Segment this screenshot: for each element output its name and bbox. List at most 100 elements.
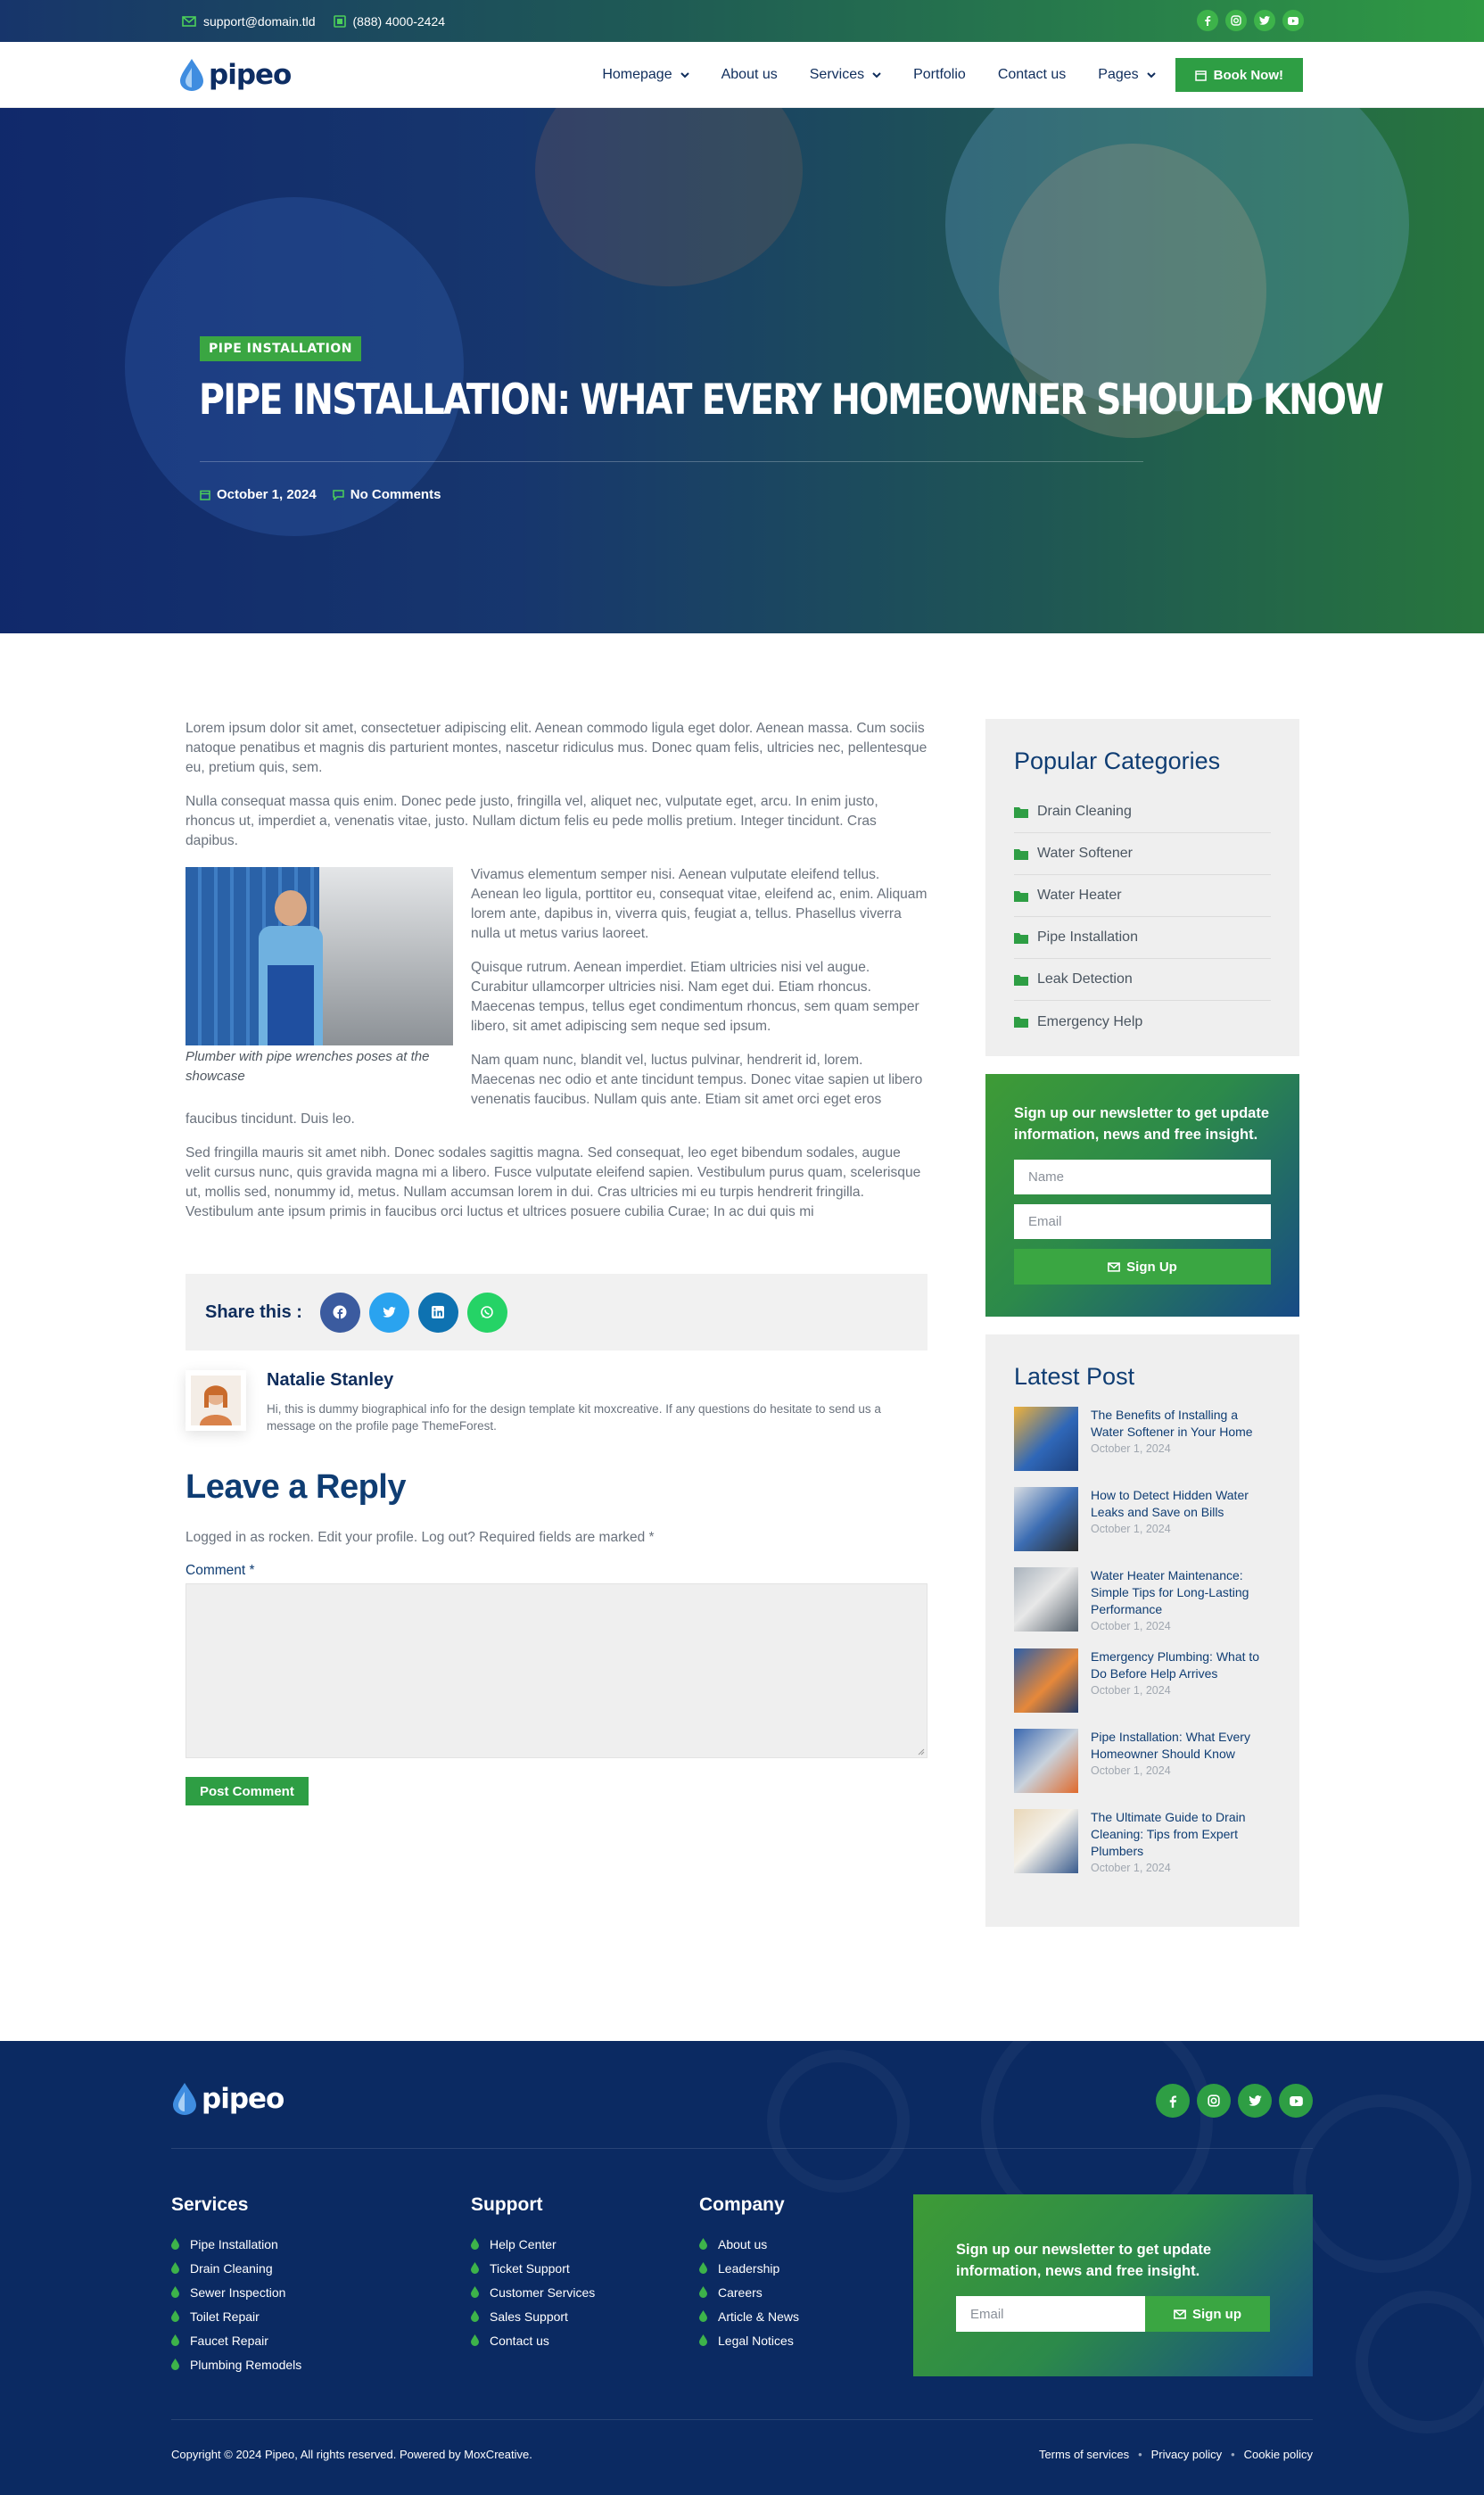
newsletter-signup-button[interactable]: Sign Up — [1014, 1249, 1271, 1285]
post-date[interactable]: October 1, 2024 — [200, 487, 317, 502]
footer-link[interactable]: Drain Cleaning — [171, 2256, 301, 2280]
post-title[interactable]: Emergency Plumbing: What to Do Before He… — [1091, 1648, 1271, 1682]
resize-handle-icon[interactable] — [916, 1747, 925, 1756]
post-title[interactable]: Water Heater Maintenance: Simple Tips fo… — [1091, 1567, 1271, 1618]
twitter-icon[interactable] — [1238, 2084, 1272, 2118]
latest-post-item[interactable]: Emergency Plumbing: What to Do Before He… — [1014, 1648, 1271, 1713]
nav-homepage-label: Homepage — [602, 67, 672, 82]
footer-link[interactable]: Sewer Inspection — [171, 2280, 301, 2304]
instagram-icon[interactable] — [1197, 2084, 1231, 2118]
cookie-link[interactable]: Cookie policy — [1244, 2448, 1313, 2461]
category-item[interactable]: Leak Detection — [1014, 959, 1271, 1001]
nav-pages-label: Pages — [1098, 67, 1139, 82]
footer-link-label: Drain Cleaning — [190, 2260, 273, 2276]
footer-link[interactable]: Legal Notices — [699, 2328, 799, 2352]
footer-link[interactable]: Faucet Repair — [171, 2328, 301, 2352]
footer-logo[interactable]: pipeo — [171, 2082, 284, 2116]
footer-link[interactable]: Leadership — [699, 2256, 799, 2280]
mail-icon — [1108, 1261, 1121, 1272]
book-now-button[interactable]: Book Now! — [1175, 58, 1303, 92]
latest-title: Latest Post — [1014, 1363, 1135, 1390]
footer-link[interactable]: Contact us — [471, 2328, 595, 2352]
mail-icon — [1174, 2309, 1186, 2319]
nav-portfolio[interactable]: Portfolio — [913, 67, 966, 83]
twitter-icon[interactable] — [1254, 10, 1275, 31]
footer-signup-button[interactable]: Sign up — [1145, 2296, 1270, 2332]
post-thumbnail[interactable] — [1014, 1487, 1078, 1551]
top-email-link[interactable]: support@domain.tld — [182, 14, 316, 29]
nav-homepage[interactable]: Homepage — [602, 67, 689, 83]
post-info: The Ultimate Guide to Drain Cleaning: Ti… — [1091, 1809, 1271, 1874]
footer-link[interactable]: Pipe Installation — [171, 2232, 301, 2256]
footer-link[interactable]: Sales Support — [471, 2304, 595, 2328]
water-drop-icon — [699, 2262, 707, 2274]
share-linkedin-button[interactable] — [417, 1292, 458, 1333]
nav-pages[interactable]: Pages — [1098, 67, 1156, 83]
privacy-link[interactable]: Privacy policy — [1151, 2448, 1222, 2461]
post-title[interactable]: The Benefits of Installing a Water Softe… — [1091, 1407, 1271, 1441]
author-name[interactable]: Natalie Stanley — [267, 1370, 393, 1391]
post-thumbnail[interactable] — [1014, 1809, 1078, 1873]
facebook-icon[interactable] — [1156, 2084, 1190, 2118]
footer-link[interactable]: Careers — [699, 2280, 799, 2304]
footer-link[interactable]: Customer Services — [471, 2280, 595, 2304]
share-twitter-button[interactable] — [368, 1292, 409, 1333]
category-item[interactable]: Emergency Help — [1014, 1001, 1271, 1043]
nav-services[interactable]: Services — [810, 67, 881, 83]
whatsapp-icon — [481, 1306, 494, 1318]
site-logo[interactable]: pipeo — [178, 58, 292, 92]
latest-post-item[interactable]: The Ultimate Guide to Drain Cleaning: Ti… — [1014, 1809, 1271, 1874]
youtube-icon[interactable] — [1282, 10, 1304, 31]
terms-link[interactable]: Terms of services — [1039, 2448, 1129, 2461]
latest-post-item[interactable]: Pipe Installation: What Every Homeowner … — [1014, 1729, 1271, 1793]
footer-company-title: Company — [699, 2194, 785, 2215]
footer-link-label: Careers — [718, 2284, 763, 2300]
category-item[interactable]: Drain Cleaning — [1014, 791, 1271, 833]
post-thumbnail[interactable] — [1014, 1648, 1078, 1713]
footer-divider — [171, 2419, 1313, 2420]
latest-post-item[interactable]: The Benefits of Installing a Water Softe… — [1014, 1407, 1271, 1471]
latest-post-item[interactable]: Water Heater Maintenance: Simple Tips fo… — [1014, 1567, 1271, 1632]
post-comment-button[interactable]: Post Comment — [186, 1777, 309, 1805]
category-item[interactable]: Water Softener — [1014, 833, 1271, 875]
share-facebook-button[interactable] — [319, 1292, 360, 1333]
instagram-icon[interactable] — [1225, 10, 1247, 31]
post-thumbnail[interactable] — [1014, 1407, 1078, 1471]
footer-link[interactable]: Plumbing Remodels — [171, 2352, 301, 2376]
mail-icon — [182, 15, 196, 27]
footer-link[interactable]: Article & News — [699, 2304, 799, 2328]
water-drop-icon — [471, 2262, 479, 2274]
newsletter-name-input[interactable]: Name — [1014, 1160, 1271, 1194]
post-title[interactable]: The Ultimate Guide to Drain Cleaning: Ti… — [1091, 1809, 1271, 1860]
youtube-icon[interactable] — [1279, 2084, 1313, 2118]
post-thumbnail[interactable] — [1014, 1729, 1078, 1793]
footer-link[interactable]: Ticket Support — [471, 2256, 595, 2280]
latest-post-item[interactable]: How to Detect Hidden Water Leaks and Sav… — [1014, 1487, 1271, 1551]
footer-link[interactable]: About us — [699, 2232, 799, 2256]
category-list: Drain Cleaning Water Softener Water Heater… — [1014, 791, 1271, 1043]
category-item[interactable]: Water Heater — [1014, 875, 1271, 917]
hero-category-tag[interactable]: PIPE INSTALLATION — [200, 336, 361, 361]
linkedin-icon — [432, 1306, 445, 1318]
newsletter-email-input[interactable]: Email — [1014, 1204, 1271, 1239]
facebook-icon[interactable] — [1197, 10, 1218, 31]
chevron-down-icon — [1146, 71, 1156, 78]
comment-textarea[interactable] — [186, 1583, 928, 1758]
post-comments[interactable]: No Comments — [332, 487, 441, 502]
water-drop-icon — [171, 2238, 179, 2250]
post-thumbnail[interactable] — [1014, 1567, 1078, 1632]
footer-link[interactable]: Toilet Repair — [171, 2304, 301, 2328]
author-bio: Hi, this is dummy biographical info for … — [267, 1402, 881, 1433]
post-title[interactable]: Pipe Installation: What Every Homeowner … — [1091, 1729, 1271, 1763]
footer-email-input[interactable]: Email — [956, 2296, 1145, 2332]
top-phone-link[interactable]: (888) 4000-2424 — [333, 14, 445, 29]
footer-link-label: Plumbing Remodels — [190, 2357, 302, 2372]
category-item[interactable]: Pipe Installation — [1014, 917, 1271, 959]
footer-link[interactable]: Help Center — [471, 2232, 595, 2256]
share-whatsapp-button[interactable] — [466, 1292, 507, 1333]
post-title[interactable]: How to Detect Hidden Water Leaks and Sav… — [1091, 1487, 1271, 1521]
nav-about[interactable]: About us — [721, 67, 778, 83]
nav-contact[interactable]: Contact us — [998, 67, 1066, 83]
author-portrait — [191, 1376, 241, 1425]
top-bar: support@domain.tld (888) 4000-2424 — [0, 0, 1484, 42]
